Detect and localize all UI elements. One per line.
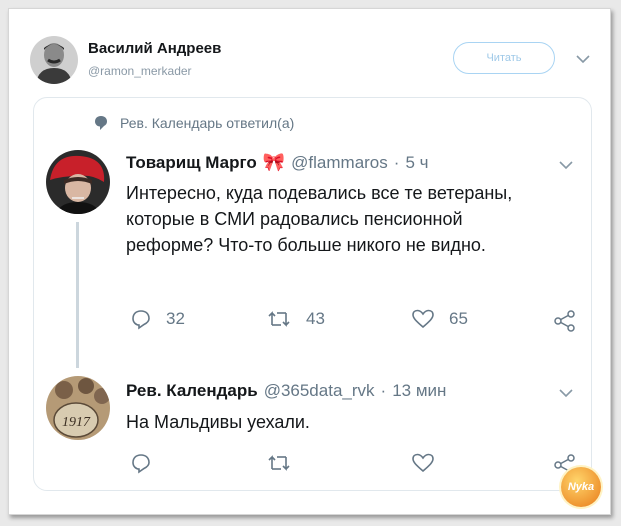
author-name[interactable]: Василий Андреев (88, 40, 221, 57)
reply-author-name[interactable]: Товарищ Марго (126, 153, 257, 173)
retweet-icon (268, 311, 290, 327)
reply-avatar[interactable] (46, 150, 110, 214)
like-button[interactable] (411, 452, 435, 474)
chevron-down-icon[interactable] (558, 388, 574, 398)
separator: · (393, 152, 400, 172)
svg-text:1917: 1917 (62, 415, 91, 430)
reply-text: Интересно, куда подевались все те ветера… (126, 183, 513, 255)
share-icon (554, 310, 575, 332)
main-author-name[interactable]: Рев. Календарь (126, 381, 258, 401)
retweet-button[interactable]: 43 (266, 308, 325, 330)
watermark-logo: Nyka (561, 467, 601, 507)
main-time[interactable]: 13 мин (392, 381, 446, 401)
follow-button[interactable]: Читать (453, 42, 555, 74)
main-author-handle[interactable]: @365data_rvk (264, 381, 375, 401)
heart-icon (412, 309, 434, 329)
share-button[interactable] (553, 310, 577, 332)
main-avatar[interactable]: 1917 (46, 376, 110, 440)
author-avatar[interactable] (30, 36, 78, 84)
reply-context-label: Рев. Календарь ответил(а) (120, 115, 295, 131)
reply-icon (132, 310, 150, 330)
chevron-down-icon[interactable] (558, 160, 574, 170)
like-count: 65 (449, 309, 468, 328)
reply-context: Рев. Календарь ответил(а) (94, 115, 294, 131)
reply-button[interactable] (130, 452, 152, 474)
reply-time[interactable]: 5 ч (405, 153, 428, 173)
chevron-down-icon[interactable] (575, 54, 591, 64)
like-button[interactable]: 65 (411, 308, 468, 330)
thread-connector (76, 222, 79, 368)
reply-header: Товарищ Марго 🎀 @flammaros · 5 ч (126, 152, 428, 173)
reply-author-handle[interactable]: @flammaros (291, 153, 388, 173)
retweet-icon (268, 455, 290, 471)
reply-icon (132, 454, 150, 474)
reply-button[interactable]: 32 (130, 308, 185, 330)
separator: · (380, 381, 387, 400)
reply-count: 32 (166, 309, 185, 328)
speech-bubble-icon (95, 116, 107, 130)
bow-emoji: 🎀 (262, 152, 286, 172)
retweet-count: 43 (306, 309, 325, 328)
author-handle[interactable]: @ramon_merkader (88, 64, 192, 78)
heart-icon (412, 453, 434, 473)
main-header: Рев. Календарь @365data_rvk · 13 мин (126, 381, 446, 401)
retweet-button[interactable] (266, 452, 292, 474)
main-text: На Мальдивы уехали. (126, 412, 310, 432)
